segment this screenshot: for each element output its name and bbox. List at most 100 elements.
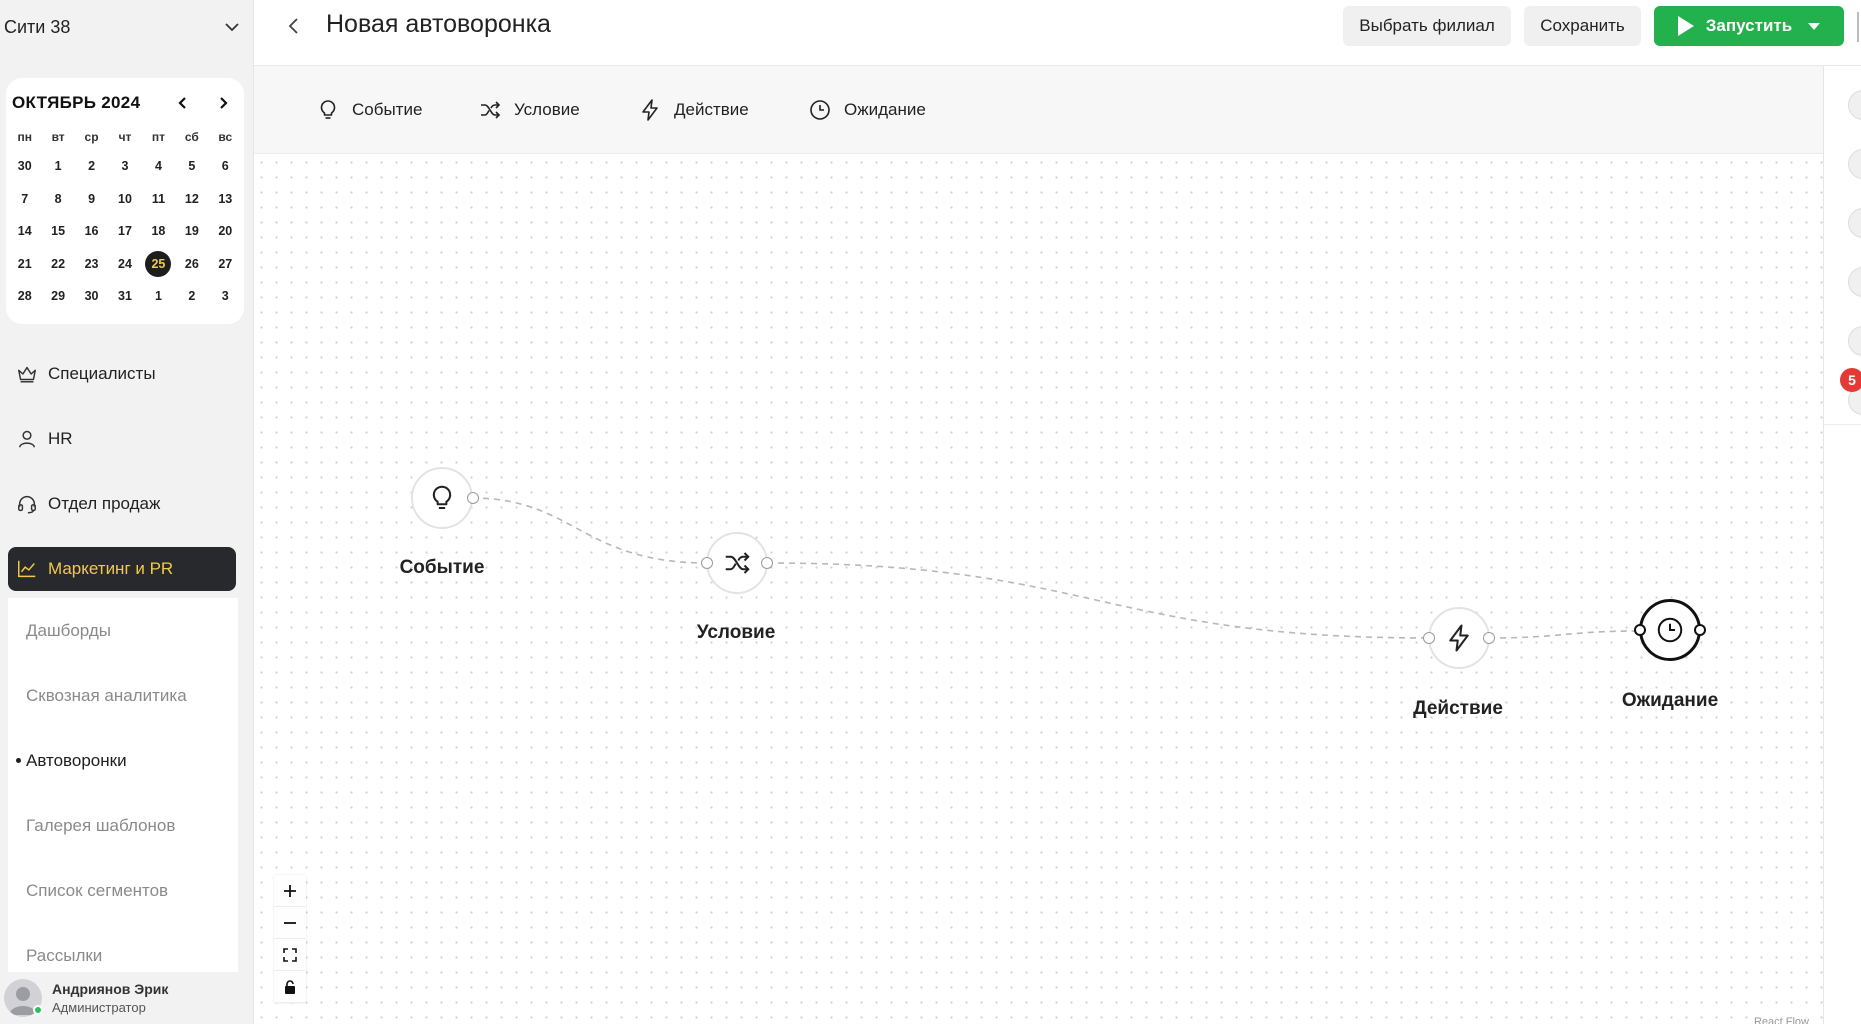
node-output-handle[interactable] xyxy=(761,557,773,569)
subnav-item-template-gallery[interactable]: Галерея шаблонов xyxy=(8,793,238,858)
calendar-day[interactable]: 24 xyxy=(108,248,141,281)
caret-down-icon xyxy=(1808,22,1821,30)
subnav-item-mailings[interactable]: Рассылки xyxy=(8,923,238,972)
clock-icon xyxy=(1657,617,1683,643)
palette-item-label: Ожидание xyxy=(844,100,926,119)
zoom-in-button[interactable] xyxy=(274,875,306,907)
flow-node-label: Ожидание xyxy=(1621,690,1719,711)
calendar-day[interactable]: 27 xyxy=(209,248,242,281)
sidebar-item-specialists[interactable]: Специалисты xyxy=(8,352,236,396)
calendar-day[interactable]: 6 xyxy=(209,150,242,183)
calendar-day-number: 1 xyxy=(154,289,162,304)
rail-icon-5[interactable] xyxy=(1848,326,1861,356)
rail-icon-1[interactable] xyxy=(1848,90,1861,120)
lock-button[interactable] xyxy=(274,971,306,1003)
calendar-day[interactable]: 21 xyxy=(8,248,41,281)
subnav-item-dashboards[interactable]: Дашборды xyxy=(8,598,238,663)
calendar-day[interactable]: 9 xyxy=(75,183,108,216)
subnav-item-autofunnels[interactable]: Автоворонки xyxy=(8,728,238,793)
run-button[interactable]: Запустить xyxy=(1654,6,1844,46)
calendar-day[interactable]: 12 xyxy=(175,183,208,216)
branch-selector[interactable]: Сити 38 xyxy=(4,12,240,42)
calendar-day[interactable]: 17 xyxy=(108,215,141,248)
calendar-day[interactable]: 16 xyxy=(75,215,108,248)
node-input-handle[interactable] xyxy=(701,557,713,569)
calendar-day-number: 19 xyxy=(184,224,199,239)
rail-icon-4[interactable] xyxy=(1848,267,1861,297)
calendar-day[interactable]: 15 xyxy=(41,215,74,248)
calendar-day[interactable]: 1 xyxy=(41,150,74,183)
node-output-handle[interactable] xyxy=(467,492,479,504)
node-output-handle[interactable] xyxy=(1694,624,1706,636)
calendar-grid: пн вт ср чт пт сб вс 30 1 2 3 4 5 6 7 8 9 10 11 12 13 14 15 16 1… xyxy=(8,124,242,313)
react-flow-attribution[interactable]: React Flow xyxy=(1751,1016,1811,1024)
palette-item-condition[interactable]: Условие xyxy=(478,94,580,126)
flow-node-condition[interactable] xyxy=(701,532,773,594)
calendar-day[interactable]: 20 xyxy=(209,215,242,248)
calendar-day[interactable]: 1 xyxy=(142,280,175,313)
calendar-next-button[interactable] xyxy=(212,92,234,114)
palette-item-action[interactable]: Действие xyxy=(638,94,749,126)
calendar-day[interactable]: 11 xyxy=(142,183,175,216)
subnav-item-analytics[interactable]: Сквозная аналитика xyxy=(8,663,238,728)
fit-view-button[interactable] xyxy=(274,939,306,971)
calendar-day-number: 18 xyxy=(151,224,166,239)
node-input-handle[interactable] xyxy=(1634,624,1646,636)
calendar-day-number: 1 xyxy=(54,159,62,174)
window-edge-divider xyxy=(1857,12,1859,42)
palette-item-event[interactable]: Событие xyxy=(316,94,422,126)
calendar-day[interactable]: 3 xyxy=(108,150,141,183)
calendar-day[interactable]: 19 xyxy=(175,215,208,248)
rail-icon-3[interactable] xyxy=(1848,208,1861,238)
calendar-day[interactable]: 29 xyxy=(41,280,74,313)
sidebar-item-sales[interactable]: Отдел продаж xyxy=(8,482,236,526)
calendar-day[interactable]: 26 xyxy=(175,248,208,281)
edge-condition-action[interactable] xyxy=(766,562,1430,639)
calendar-day[interactable]: 4 xyxy=(142,150,175,183)
edge-action-wait[interactable] xyxy=(1488,630,1640,639)
calendar-day[interactable]: 30 xyxy=(75,280,108,313)
calendar-day[interactable]: 5 xyxy=(175,150,208,183)
sidebar-item-marketing[interactable]: Маркетинг и PR xyxy=(8,547,236,591)
calendar-day[interactable]: 8 xyxy=(41,183,74,216)
calendar-day[interactable]: 3 xyxy=(209,280,242,313)
calendar-day[interactable]: 18 xyxy=(142,215,175,248)
calendar-day[interactable]: 2 xyxy=(75,150,108,183)
calendar-day-today[interactable]: 25 xyxy=(142,248,175,281)
select-branch-button[interactable]: Выбрать филиал xyxy=(1343,6,1511,46)
subnav-item-segments[interactable]: Список сегментов xyxy=(8,858,238,923)
flow-node-event[interactable] xyxy=(411,467,479,529)
calendar-day[interactable]: 2 xyxy=(175,280,208,313)
sidebar-nav: Специалисты HR Отдел продаж Маркетинг и … xyxy=(8,352,236,612)
user-profile[interactable]: Андриянов Эрик Администратор xyxy=(4,976,248,1020)
calendar-weekday: пт xyxy=(151,130,165,144)
calendar-day[interactable]: 7 xyxy=(8,183,41,216)
sidebar-item-hr[interactable]: HR xyxy=(8,417,236,461)
save-button[interactable]: Сохранить xyxy=(1524,6,1641,46)
flow-node-action[interactable] xyxy=(1423,607,1495,669)
calendar-day[interactable]: 23 xyxy=(75,248,108,281)
calendar-day[interactable]: 31 xyxy=(108,280,141,313)
palette-item-wait[interactable]: Ожидание xyxy=(808,94,926,126)
flow-canvas[interactable]: Событие Условие Действие Ожидание React … xyxy=(254,155,1823,1024)
calendar-day[interactable]: 13 xyxy=(209,183,242,216)
marketing-subnav: Дашборды Сквозная аналитика Автоворонки … xyxy=(8,598,238,972)
edge-event-condition[interactable] xyxy=(471,497,708,564)
calendar-day-number: 13 xyxy=(218,191,233,206)
calendar-day[interactable]: 14 xyxy=(8,215,41,248)
calendar-prev-button[interactable] xyxy=(172,92,194,114)
rail-divider xyxy=(1824,424,1861,425)
zoom-out-button[interactable] xyxy=(274,907,306,939)
rail-icon-2[interactable] xyxy=(1848,149,1861,179)
chart-line-icon xyxy=(18,560,36,578)
calendar-day[interactable]: 10 xyxy=(108,183,141,216)
calendar-day[interactable]: 28 xyxy=(8,280,41,313)
calendar-day[interactable]: 22 xyxy=(41,248,74,281)
node-output-handle[interactable] xyxy=(1483,632,1495,644)
sidebar-item-label: Отдел продаж xyxy=(48,494,161,513)
back-button[interactable] xyxy=(280,12,308,40)
calendar-day[interactable]: 30 xyxy=(8,150,41,183)
node-input-handle[interactable] xyxy=(1423,632,1435,644)
flow-node-wait[interactable] xyxy=(1634,599,1706,661)
user-name: Андриянов Эрик xyxy=(52,981,169,997)
